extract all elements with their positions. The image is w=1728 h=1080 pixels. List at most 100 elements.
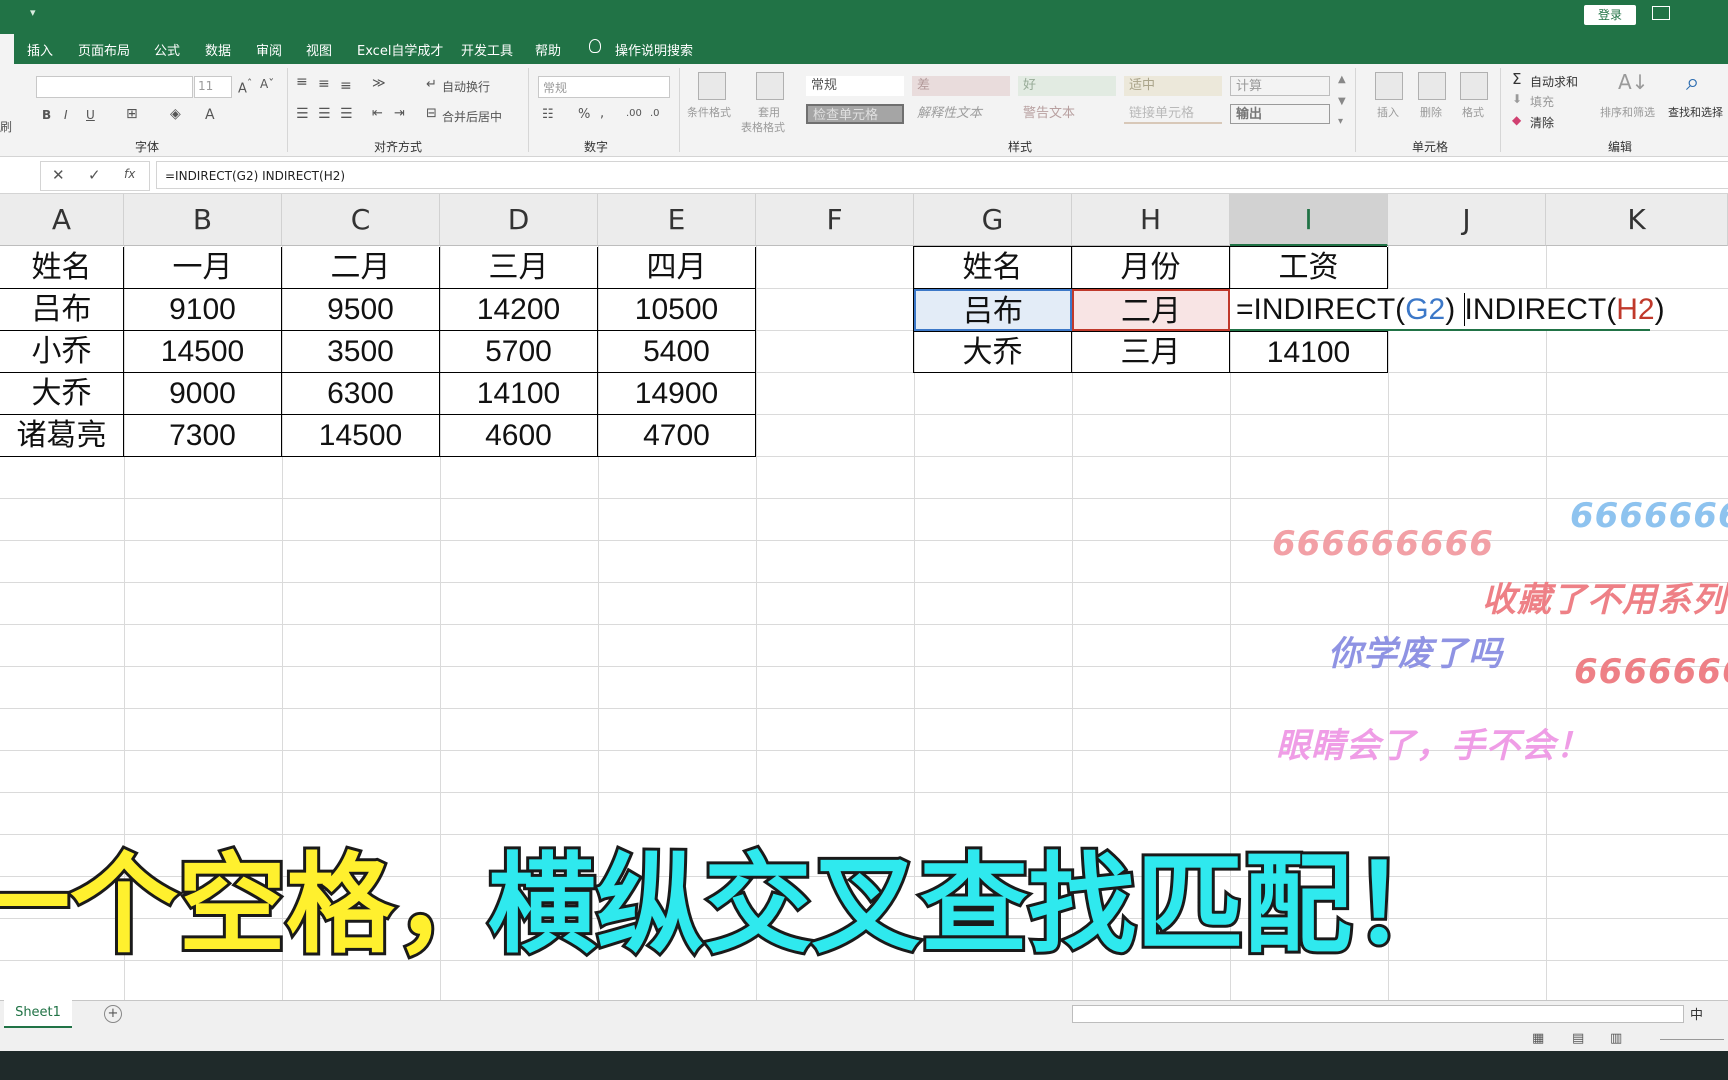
decrease-indent-icon[interactable]: ⇤ <box>372 106 383 121</box>
table-cell[interactable]: 14200 <box>440 289 598 331</box>
column-header-j[interactable]: J <box>1388 194 1546 246</box>
quick-access-dropdown-icon[interactable]: ▾ <box>30 6 36 19</box>
lookup-name-cell-g2[interactable]: 吕布 <box>914 289 1072 331</box>
wrap-text-button[interactable]: 自动换行 <box>442 78 490 95</box>
lookup-header-cell[interactable]: 月份 <box>1072 247 1230 289</box>
align-middle-icon[interactable]: ≡ <box>318 76 330 92</box>
style-bad[interactable]: 差 <box>912 76 1010 96</box>
table-cell[interactable]: 14500 <box>124 331 282 373</box>
insert-cells-button[interactable]: 插入 <box>1377 104 1399 120</box>
lookup-cell[interactable]: 14100 <box>1230 331 1388 373</box>
column-header-g[interactable]: G <box>914 194 1072 246</box>
column-header-a[interactable]: A <box>0 194 124 246</box>
table-cell[interactable]: 9000 <box>124 373 282 415</box>
percent-icon[interactable]: % <box>578 107 590 122</box>
increase-decimal-icon[interactable]: .00 <box>626 108 642 119</box>
align-right-icon[interactable]: ☰ <box>340 106 353 122</box>
lookup-month-cell-h2[interactable]: 二月 <box>1072 289 1230 331</box>
enter-check-icon[interactable]: ✓ <box>88 166 101 184</box>
sort-filter-button[interactable]: 排序和筛选 <box>1600 104 1655 120</box>
orientation-icon[interactable]: ≫ <box>372 76 386 91</box>
number-format-combo[interactable]: 常规 <box>538 76 670 98</box>
tab-page-layout[interactable]: 页面布局 <box>78 40 130 59</box>
table-header-cell[interactable]: 姓名 <box>0 247 124 289</box>
column-header-d[interactable]: D <box>440 194 598 246</box>
tell-me-search[interactable]: 操作说明搜索 <box>615 40 693 59</box>
table-cell[interactable]: 小乔 <box>0 331 124 373</box>
table-cell[interactable]: 14900 <box>598 373 756 415</box>
tab-formulas[interactable]: 公式 <box>154 40 180 59</box>
font-name-combo[interactable] <box>36 76 193 98</box>
merge-icon[interactable]: ⊟ <box>426 106 437 121</box>
add-sheet-icon[interactable]: + <box>104 1005 122 1023</box>
tab-help[interactable]: 帮助 <box>535 40 561 59</box>
lookup-cell[interactable]: 三月 <box>1072 331 1230 373</box>
table-header-cell[interactable]: 四月 <box>598 247 756 289</box>
font-color-icon[interactable]: A <box>205 107 215 123</box>
conditional-format-icon[interactable] <box>698 72 726 100</box>
table-cell[interactable]: 14500 <box>282 415 440 457</box>
column-header-i[interactable]: I <box>1230 194 1388 246</box>
formula-input[interactable]: =INDIRECT(G2) INDIRECT(H2) <box>156 161 1728 189</box>
wrap-text-icon[interactable]: ↵ <box>426 77 437 92</box>
merge-center-button[interactable]: 合并后居中 <box>442 108 502 125</box>
tab-developer[interactable]: 开发工具 <box>461 40 513 59</box>
style-neutral[interactable]: 适中 <box>1124 76 1222 96</box>
style-linked-cell[interactable]: 链接单元格 <box>1124 104 1222 124</box>
underline-icon[interactable]: U <box>86 108 95 122</box>
fill-button[interactable]: 填充 <box>1530 93 1554 110</box>
style-normal[interactable]: 常规 <box>806 76 904 96</box>
lookup-cell[interactable]: 大乔 <box>914 331 1072 373</box>
table-cell[interactable]: 14100 <box>440 373 598 415</box>
increase-font-icon[interactable]: Aˆ <box>238 77 252 96</box>
column-header-k[interactable]: K <box>1546 194 1728 246</box>
align-bottom-icon[interactable]: ≡ <box>340 78 352 94</box>
sheet-tab-sheet1[interactable]: Sheet1 <box>4 1000 72 1028</box>
autosum-button[interactable]: 自动求和 <box>1530 73 1578 90</box>
format-cells-button[interactable]: 格式 <box>1462 104 1484 120</box>
column-header-e[interactable]: E <box>598 194 756 246</box>
table-cell[interactable]: 7300 <box>124 415 282 457</box>
table-header-cell[interactable]: 三月 <box>440 247 598 289</box>
table-cell[interactable]: 10500 <box>598 289 756 331</box>
accounting-format-icon[interactable]: ☷ <box>542 107 554 122</box>
format-as-table-line1[interactable]: 套用 <box>758 104 780 120</box>
delete-cells-button[interactable]: 删除 <box>1420 104 1442 120</box>
table-header-cell[interactable]: 一月 <box>124 247 282 289</box>
zoom-slider[interactable] <box>1660 1039 1724 1040</box>
delete-cells-icon[interactable] <box>1418 72 1446 100</box>
insert-cells-icon[interactable] <box>1375 72 1403 100</box>
table-cell[interactable]: 诸葛亮 <box>0 415 124 457</box>
tab-home-active[interactable] <box>0 34 14 64</box>
column-header-h[interactable]: H <box>1072 194 1230 246</box>
active-cell-i2-editing[interactable]: =INDIRECT(G2) INDIRECT(H2) <box>1230 289 1665 331</box>
login-button[interactable]: 登录 <box>1584 5 1636 25</box>
table-cell[interactable]: 4700 <box>598 415 756 457</box>
tab-excel-self-study[interactable]: Excel自学成才 <box>357 40 443 59</box>
decrease-font-icon[interactable]: Aˇ <box>260 77 274 91</box>
table-cell[interactable]: 6300 <box>282 373 440 415</box>
format-as-table-line2[interactable]: 表格格式 <box>741 119 785 135</box>
lookup-header-cell[interactable]: 工资 <box>1230 247 1388 289</box>
column-header-c[interactable]: C <box>282 194 440 246</box>
sort-filter-icon[interactable]: A↓ <box>1618 70 1648 94</box>
autosum-icon[interactable]: Σ <box>1512 70 1521 88</box>
align-left-icon[interactable]: ☰ <box>296 106 309 122</box>
tab-insert[interactable]: 插入 <box>27 40 53 59</box>
styles-more-icon[interactable]: ▾ <box>1338 116 1343 127</box>
comma-icon[interactable]: , <box>600 106 604 121</box>
table-cell[interactable]: 5400 <box>598 331 756 373</box>
style-explanatory[interactable]: 解释性文本 <box>912 104 1010 124</box>
borders-icon[interactable]: ⊞ <box>126 106 138 122</box>
style-good[interactable]: 好 <box>1018 76 1116 96</box>
font-size-combo[interactable]: 11 <box>194 76 232 98</box>
tab-view[interactable]: 视图 <box>306 40 332 59</box>
normal-view-icon[interactable]: ▦ <box>1532 1031 1544 1046</box>
bold-icon[interactable]: B <box>42 108 51 122</box>
italic-icon[interactable]: I <box>64 108 68 122</box>
format-painter-label[interactable]: 刷 <box>0 118 12 135</box>
page-layout-view-icon[interactable]: ▤ <box>1572 1031 1584 1046</box>
conditional-format-button[interactable]: 条件格式 <box>687 104 731 120</box>
decrease-decimal-icon[interactable]: .0 <box>650 108 660 119</box>
table-header-cell[interactable]: 二月 <box>282 247 440 289</box>
